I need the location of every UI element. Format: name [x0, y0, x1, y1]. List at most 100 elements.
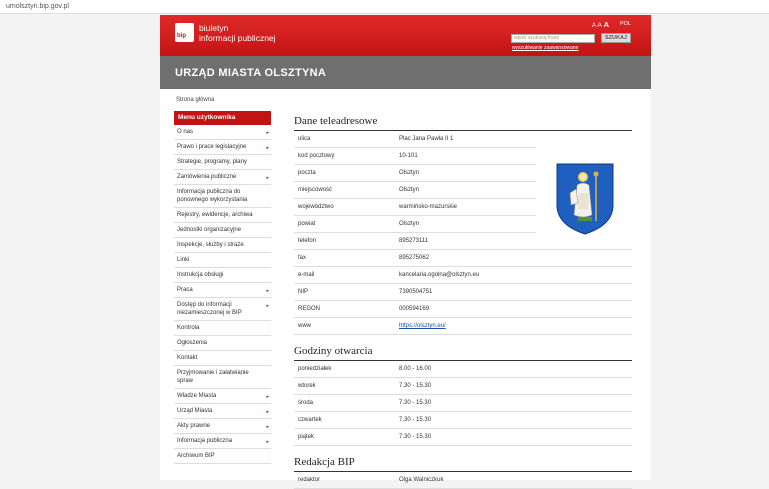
row-value: 7.30 - 15.30	[399, 400, 432, 406]
advanced-search-link[interactable]: wyszukiwanie zaawansowane	[512, 45, 578, 51]
contact-row: fax 895275062	[294, 250, 632, 267]
editorial-row: redaktor Olga Walniczkuk	[294, 472, 632, 489]
menu-item[interactable]: Linki	[174, 253, 271, 268]
row-value: 10-101	[399, 153, 418, 159]
menu-item[interactable]: Kontrola	[174, 321, 271, 336]
row-key: piątek	[298, 434, 315, 440]
menu-item[interactable]: Inspekcje, służby i straże	[174, 238, 271, 253]
menu-item-label: O nas	[177, 129, 194, 135]
contact-row: województwo warmińsko-mazurskie	[294, 199, 536, 216]
hours-row: czwartek 7.30 - 15.30	[294, 412, 632, 429]
menu-item[interactable]: Instrukcja obsługi	[174, 268, 271, 283]
breadcrumb[interactable]: Strona główna	[176, 97, 214, 103]
menu-item[interactable]: Informacja publiczna ▸	[174, 434, 271, 449]
menu-header: Menu użytkownika	[174, 111, 271, 125]
menu-item[interactable]: Informacja publiczna do ponownego wykorz…	[174, 185, 271, 208]
row-value: 7.30 - 15.30	[399, 417, 432, 423]
menu-item[interactable]: Strategie, programy, plany	[174, 155, 271, 170]
olsztyn-coat-of-arms-icon	[556, 163, 614, 235]
menu-item-label: Linki	[177, 257, 190, 263]
contact-row: ulica Plac Jana Pawła II 1	[294, 131, 536, 148]
row-value: 895275062	[399, 255, 430, 261]
row-key: www	[298, 323, 311, 329]
menu-item-label: Strategie, programy, plany	[177, 159, 247, 165]
row-value: warmińsko-mazurskie	[399, 204, 458, 210]
menu-item-label: Informacja publiczna do ponownego wykorz…	[177, 189, 248, 203]
row-key: fax	[298, 255, 307, 261]
hours-row: piątek 7.30 - 15.30	[294, 429, 632, 446]
row-key: kod pocztowy	[298, 153, 335, 159]
menu-item-label: Archiwum BIP	[177, 453, 215, 459]
row-value: Olsztyn	[399, 221, 420, 227]
search-button[interactable]: SZUKAJ	[601, 33, 631, 43]
contact-row: telefon 895273111	[294, 233, 632, 250]
chevron-right-icon: ▸	[266, 303, 269, 309]
row-key: NIP	[298, 289, 309, 295]
menu-item[interactable]: Jednostki organizacyjne	[174, 223, 271, 238]
title-band: URZĄD MIASTA OLSZTYNA	[160, 56, 651, 89]
menu-item[interactable]: Zamówienia publiczne ▸	[174, 170, 271, 185]
menu-item-label: Przyjmowanie i załatwianie spraw	[177, 370, 249, 384]
logo-line1: biuletyn	[199, 23, 229, 33]
menu-item[interactable]: Prawo i prace legislacyjne ▸	[174, 140, 271, 155]
user-menu: Menu użytkownika O nas ▸ Prawo i prace leg…	[174, 111, 271, 464]
font-medium-button[interactable]: A	[597, 22, 602, 29]
menu-item-label: Praca	[177, 287, 193, 293]
chevron-right-icon: ▸	[266, 424, 269, 430]
bip-logo-icon[interactable]: bip	[175, 23, 194, 42]
row-key: redaktor	[298, 477, 321, 483]
bip-logo-text[interactable]: biuletyn informacji publicznej	[199, 23, 276, 43]
chevron-right-icon: ▸	[266, 394, 269, 400]
editorial-section-title: Redakcja BIP	[294, 456, 632, 472]
font-large-button[interactable]: A	[604, 20, 609, 29]
menu-item[interactable]: Akty prawne ▸	[174, 419, 271, 434]
row-key: poczta	[298, 170, 316, 176]
main-content: Dane teleadresowe ulica Plac Jana Pawła I…	[294, 115, 632, 489]
contact-section-title: Dane teleadresowe	[294, 115, 632, 131]
search-input[interactable]: wpisz szukaną frazę	[511, 34, 595, 43]
row-value: 7390504751	[399, 289, 433, 295]
menu-item[interactable]: Władze Miasta ▸	[174, 389, 271, 404]
bip-logo-mark: bip	[177, 33, 186, 39]
row-value: 8.00 - 16.00	[399, 366, 432, 372]
menu-item[interactable]: Kontakt	[174, 351, 271, 366]
chevron-right-icon: ▸	[266, 175, 269, 181]
menu-item[interactable]: O nas ▸	[174, 125, 271, 140]
row-key: województwo	[298, 204, 334, 210]
menu-item-label: Urząd Miasta	[177, 408, 213, 414]
menu-item[interactable]: Urząd Miasta ▸	[174, 404, 271, 419]
menu-item[interactable]: Rejestry, ewidencje, archiwa	[174, 208, 271, 223]
chevron-right-icon: ▸	[266, 130, 269, 136]
website-link[interactable]: https://olsztyn.eu/	[399, 323, 446, 329]
row-key: REGON	[298, 306, 321, 312]
menu-item-label: Władze Miasta	[177, 393, 217, 399]
menu-item[interactable]: Przyjmowanie i załatwianie spraw	[174, 366, 271, 389]
menu-item-label: Kontrola	[177, 325, 200, 331]
menu-item[interactable]: Ogłoszenia	[174, 336, 271, 351]
menu-item-label: Dostęp do informacji niezamieszczonej w …	[177, 302, 242, 316]
row-key: miejscowość	[298, 187, 333, 193]
menu-item-label: Rejestry, ewidencje, archiwa	[177, 212, 253, 218]
chevron-right-icon: ▸	[266, 145, 269, 151]
menu-item[interactable]: Archiwum BIP	[174, 449, 271, 464]
language-switch[interactable]: POL	[620, 21, 631, 27]
row-value: 000594169	[399, 306, 430, 312]
logo-line2: informacji publicznej	[199, 33, 276, 43]
row-value: 7.30 - 15.30	[399, 383, 432, 389]
row-value: Olsztyn	[399, 170, 420, 176]
font-small-button[interactable]: A	[592, 23, 596, 29]
menu-item[interactable]: Dostęp do informacji niezamieszczonej w …	[174, 298, 271, 321]
contact-row: powiat Olsztyn	[294, 216, 536, 233]
row-key: poniedziałek	[298, 366, 332, 372]
contact-row: poczta Olsztyn	[294, 165, 536, 182]
menu-item-label: Informacja publiczna	[177, 438, 233, 444]
contact-row: NIP 7390504751	[294, 284, 632, 301]
menu-item[interactable]: Praca ▸	[174, 283, 271, 298]
address-bar[interactable]: umolsztyn.bip.gov.pl	[0, 0, 769, 14]
row-key: powiat	[298, 221, 316, 227]
row-value: kancelaria.ogolna@olsztyn.eu	[399, 272, 480, 278]
menu-item-label: Kontakt	[177, 355, 198, 361]
row-key: czwartek	[298, 417, 322, 423]
row-value: 7.30 - 15.30	[399, 434, 432, 440]
contact-row: kod pocztowy 10-101	[294, 148, 536, 165]
